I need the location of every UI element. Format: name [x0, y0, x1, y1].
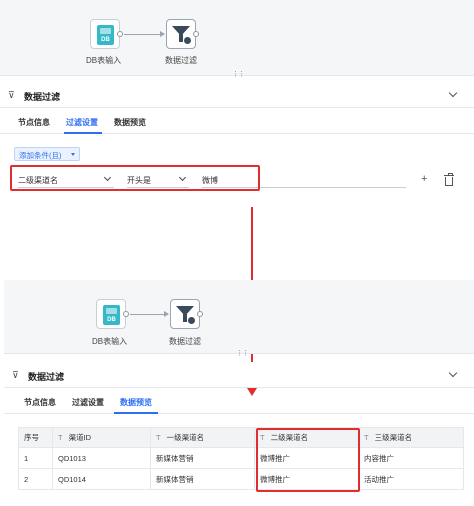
- tab-bar: 节点信息 过滤设置 数据预览: [4, 390, 474, 414]
- text-type-icon: T: [364, 433, 369, 442]
- chevron-down-icon[interactable]: [448, 368, 458, 378]
- output-port[interactable]: [123, 311, 129, 317]
- tab-bar: 节点信息 过滤设置 数据预览: [0, 110, 474, 134]
- output-port[interactable]: [197, 311, 203, 317]
- db-input-node[interactable]: DB: [96, 299, 126, 329]
- filter-icon: ⊽: [12, 370, 19, 380]
- tab-node-info[interactable]: 节点信息: [24, 397, 56, 408]
- add-icon[interactable]: +: [421, 173, 427, 185]
- text-type-icon: T: [156, 433, 161, 442]
- flow-canvas: DB DB表输入 数据过滤 ⋮⋮: [4, 280, 474, 357]
- preview-table: 序号 T 渠道ID T 一级渠道名 T 二级渠道名 T 三级渠道名 1 QD1013 新…: [18, 427, 464, 490]
- add-condition-button[interactable]: 添加条件(且): [14, 147, 80, 161]
- table-row: 1 QD1013 新媒体营销 微博推广 内容推广: [18, 447, 464, 469]
- table-header-row: 序号 T 渠道ID T 一级渠道名 T 二级渠道名 T 三级渠道名: [18, 427, 464, 448]
- tab-node-info[interactable]: 节点信息: [18, 117, 50, 128]
- panel-title: 数据过滤: [24, 92, 61, 102]
- top-filter-panel: DB DB表输入 数据过滤 ⋮⋮ ⊽ 数据过滤 节点信息 过滤设置 数据预览 添…: [0, 0, 474, 255]
- table-row: 2 QD1014 新媒体营销 微博推广 活动推广: [18, 468, 464, 490]
- table-cell: 活动推广: [358, 468, 464, 490]
- highlight-box: [10, 165, 260, 191]
- active-tab-indicator: [64, 132, 102, 134]
- db-node-label: DB表输入: [92, 337, 128, 346]
- resize-handle-icon[interactable]: ⋮⋮: [236, 349, 249, 357]
- column-header: T 三级渠道名: [358, 427, 464, 448]
- table-cell: 新媒体营销: [150, 468, 255, 490]
- add-condition-label: 添加条件(且): [19, 151, 62, 160]
- node-badge-icon: [187, 316, 196, 325]
- delete-icon[interactable]: [444, 173, 454, 186]
- table-cell: QD1013: [52, 447, 151, 469]
- table-cell: QD1014: [52, 468, 151, 490]
- table-cell: 内容推广: [358, 447, 464, 469]
- db-icon-text: DB: [107, 317, 116, 323]
- column-header: T 一级渠道名: [150, 427, 255, 448]
- tab-data-preview[interactable]: 数据预览: [120, 397, 152, 408]
- filter-node-label: 数据过滤: [165, 56, 197, 65]
- table-cell: 1: [18, 447, 53, 469]
- caret-down-icon: [71, 153, 75, 156]
- tab-filter-settings[interactable]: 过滤设置: [72, 397, 104, 408]
- chevron-down-icon[interactable]: [448, 88, 458, 98]
- column-header: T 渠道ID: [52, 427, 151, 448]
- db-node-label: DB表输入: [86, 56, 122, 65]
- panel-title: 数据过滤: [28, 372, 65, 382]
- database-icon: DB: [97, 25, 114, 45]
- filter-node-label: 数据过滤: [169, 337, 201, 346]
- output-port[interactable]: [193, 31, 199, 37]
- node-badge-icon: [183, 36, 192, 45]
- text-type-icon: T: [58, 433, 63, 442]
- data-filter-node[interactable]: [166, 19, 196, 49]
- db-icon-text: DB: [101, 37, 110, 43]
- tab-filter-settings[interactable]: 过滤设置: [66, 117, 98, 128]
- highlight-box: [256, 428, 360, 492]
- panel-header: ⊽ 数据过滤: [4, 362, 474, 388]
- table-cell: 新媒体营销: [150, 447, 255, 469]
- active-tab-indicator: [114, 412, 158, 414]
- flow-canvas: DB DB表输入 数据过滤 ⋮⋮: [0, 0, 474, 78]
- flow-edge: [124, 31, 165, 37]
- panel-header: ⊽ 数据过滤: [0, 82, 474, 108]
- filter-icon: ⊽: [8, 90, 15, 100]
- flow-edge: [130, 311, 169, 317]
- column-header: 序号: [18, 427, 53, 448]
- db-input-node[interactable]: DB: [90, 19, 120, 49]
- resize-handle-icon[interactable]: ⋮⋮: [232, 70, 245, 78]
- tab-data-preview[interactable]: 数据预览: [114, 117, 146, 128]
- table-cell: 2: [18, 468, 53, 490]
- database-icon: DB: [103, 305, 120, 325]
- output-port[interactable]: [117, 31, 123, 37]
- bottom-filter-panel: DB DB表输入 数据过滤 ⋮⋮ ⊽ 数据过滤 节点信息 过滤设置 数据预览 序…: [4, 280, 474, 506]
- data-filter-node[interactable]: [170, 299, 200, 329]
